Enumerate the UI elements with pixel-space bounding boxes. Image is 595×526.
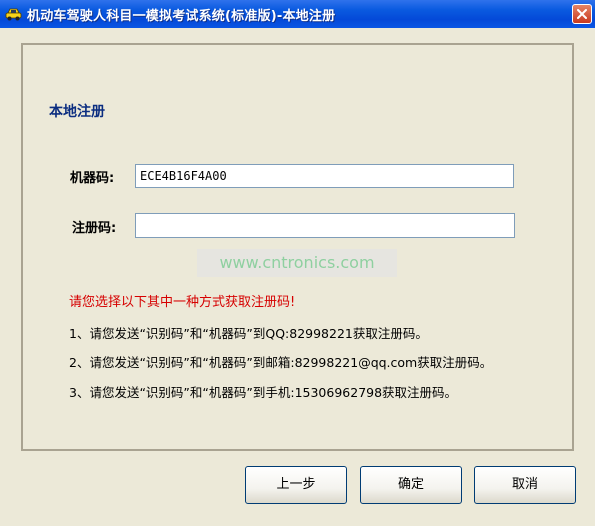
prev-button[interactable]: 上一步 [245,466,347,504]
machine-code-label: 机器码: [70,171,115,186]
reg-code-label: 注册码: [72,221,117,236]
title-bar[interactable]: 机动车驾驶人科目一模拟考试系统(标准版)-本地注册 [0,0,595,28]
registration-window: 机动车驾驶人科目一模拟考试系统(标准版)-本地注册 本地注册 机器码: 注册码:… [0,0,595,526]
page-heading: 本地注册 [49,104,105,120]
notice-text: 请您选择以下其中一种方式获取注册码! [69,295,296,310]
option-phone: 3、请您发送“识别码”和“机器码”到手机:15306962798获取注册码。 [69,385,458,400]
reg-code-field[interactable] [135,213,515,238]
machine-code-field[interactable] [135,164,514,188]
option-email: 2、请您发送“识别码”和“机器码”到邮箱:82998221@qq.com获取注册… [69,355,493,370]
option-qq: 1、请您发送“识别码”和“机器码”到QQ:82998221获取注册码。 [69,326,428,341]
ok-button[interactable]: 确定 [360,466,462,504]
cancel-button[interactable]: 取消 [474,466,576,504]
close-button[interactable] [572,4,592,24]
close-icon [577,9,587,19]
window-title: 机动车驾驶人科目一模拟考试系统(标准版)-本地注册 [27,9,336,24]
watermark: www.cntronics.com [197,249,397,277]
car-icon [5,6,22,21]
